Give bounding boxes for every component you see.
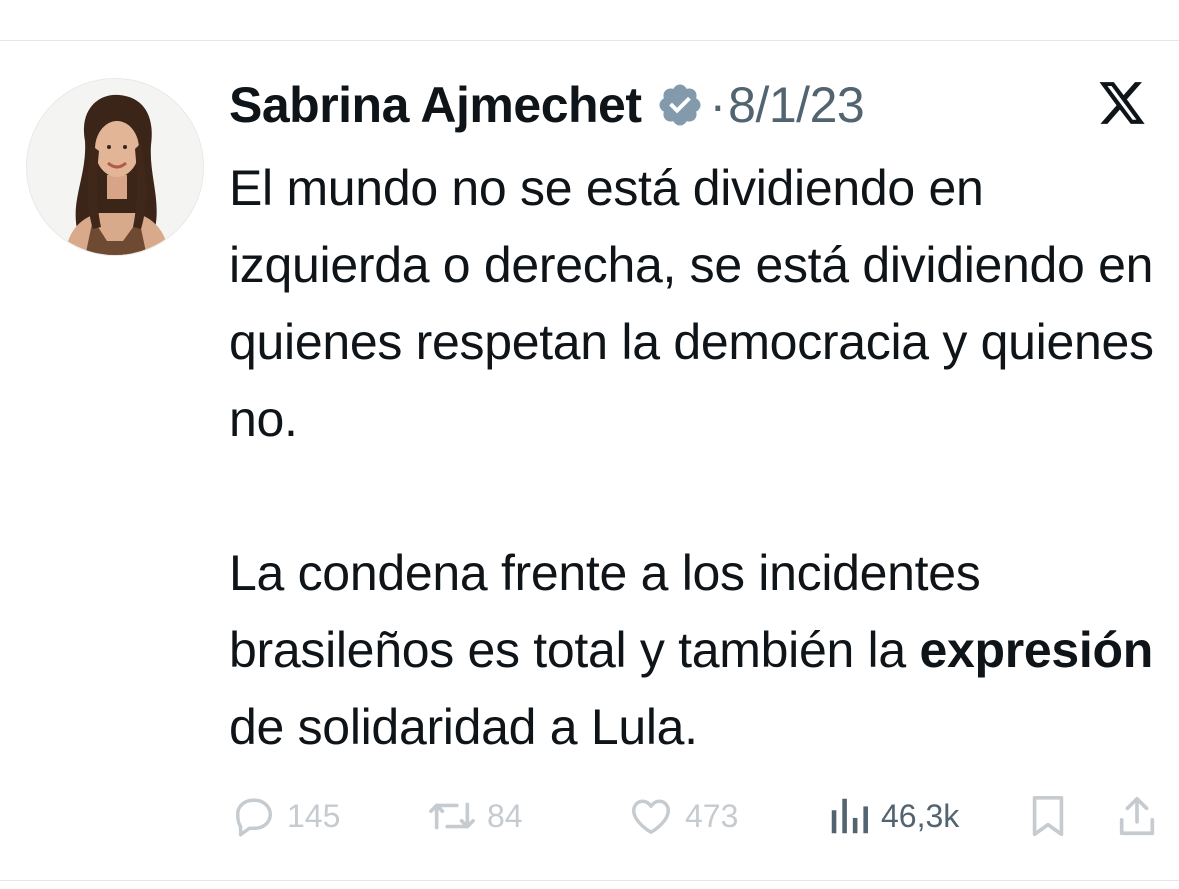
like-button[interactable]: 473	[627, 790, 738, 842]
profile-photo	[27, 79, 203, 255]
like-count: 473	[685, 797, 739, 834]
share-button[interactable]	[1115, 790, 1159, 842]
tweet-text: El mundo no se está dividiendo en izquie…	[229, 150, 1159, 766]
verified-badge-icon	[656, 81, 704, 129]
reply-icon	[235, 798, 273, 837]
retweet-button[interactable]: 84	[427, 790, 523, 842]
tweet-header: Sabrina Ajmechet · 8/1/23	[229, 70, 865, 140]
avatar[interactable]	[26, 78, 204, 256]
views-icon	[831, 798, 868, 834]
reply-count: 145	[287, 797, 341, 834]
retweet-count: 84	[487, 797, 523, 834]
views-count: 46,3k	[881, 797, 960, 834]
tweet-date[interactable]: 8/1/23	[728, 76, 865, 134]
x-logo-icon[interactable]	[1096, 80, 1148, 126]
retweet-icon	[429, 802, 475, 830]
bottom-divider	[0, 880, 1179, 881]
separator-dot: ·	[709, 77, 727, 133]
reply-button[interactable]: 145	[231, 790, 340, 842]
bookmark-button[interactable]	[1027, 790, 1069, 842]
tweet-paragraph-2: La condena frente a los incidentes brasi…	[229, 545, 1167, 755]
bookmark-icon	[1032, 795, 1064, 837]
views-button[interactable]: 46,3k	[827, 790, 959, 842]
tweet-bold-word: expresión	[919, 622, 1153, 678]
top-divider	[0, 40, 1179, 41]
tweet-paragraph-2-start: La condena frente a los incidentes brasi…	[229, 545, 995, 678]
share-icon	[1119, 796, 1155, 836]
tweet-actions: 145 84 473 46,3k	[229, 790, 1159, 842]
heart-icon	[632, 799, 670, 835]
author-name[interactable]: Sabrina Ajmechet	[229, 76, 642, 134]
tweet-paragraph-1: El mundo no se está dividiendo en izquie…	[229, 160, 1168, 447]
